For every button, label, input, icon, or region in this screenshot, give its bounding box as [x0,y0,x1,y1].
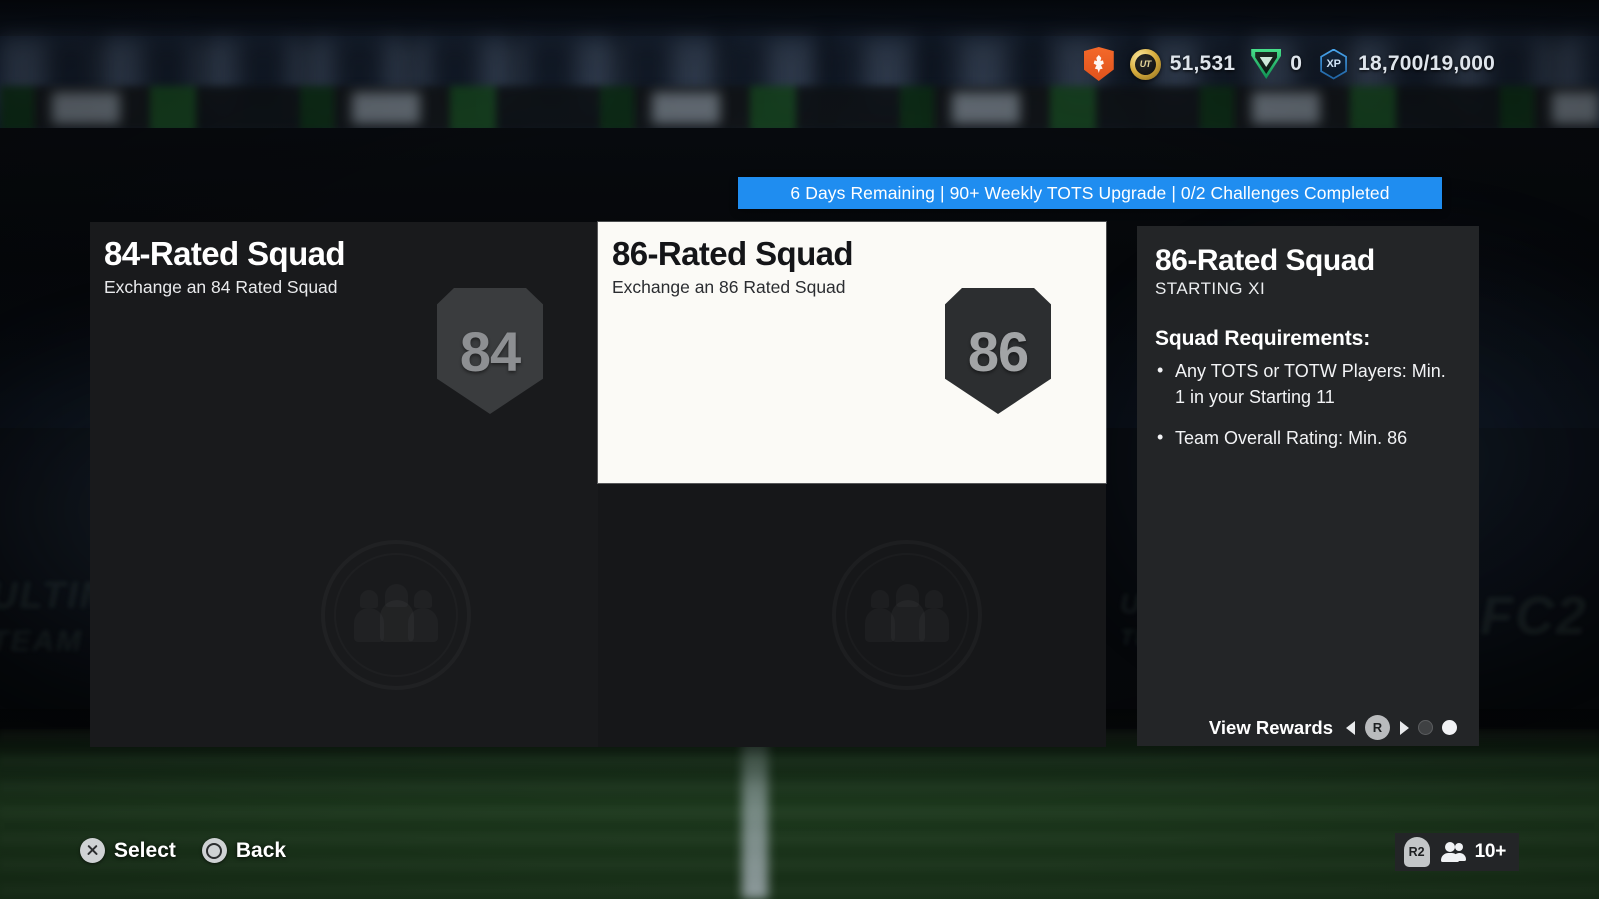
button-hints: Select Back [80,838,286,863]
points-value: 0 [1290,52,1303,75]
card-84-title: 84-Rated Squad [104,235,346,272]
squad-watermark-icon [321,540,471,690]
selected-card-backdrop [598,483,1106,747]
action-select-label: Select [114,838,176,862]
people-icon [1439,842,1466,862]
squad-card-84[interactable]: 84-Rated Squad Exchange an 84 Rated Squa… [90,222,598,747]
game-screen: ULTIMATETEAM ULTIMATETEAM ULTIMATETEAM F… [0,0,1599,899]
xp-icon: XP [1318,49,1349,80]
squad-requirements-list: Any TOTS or TOTW Players: Min. 1 in your… [1155,358,1459,452]
card-84-header: 84-Rated Squad Exchange an 84 Rated Squa… [90,222,346,298]
bottom-action-bar: Select Back R2 10+ [0,823,1599,899]
action-back[interactable]: Back [201,838,287,863]
arrow-left-icon[interactable] [1346,720,1355,735]
page-dot-2[interactable] [1442,720,1457,735]
squad-details-panel: 86-Rated Squad STARTING XI Squad Require… [1137,226,1479,746]
panel-title: 86-Rated Squad [1155,244,1375,277]
view-rewards-label: View Rewards [1208,716,1333,738]
squad-card-86[interactable]: 86-Rated Squad Exchange an 86 Rated Squa… [598,222,1106,483]
club-crest-icon [1083,47,1114,81]
online-count: 10+ [1474,841,1507,862]
action-back-label: Back [235,838,287,862]
coins-value: 51,531 [1169,52,1236,75]
card-84-subtitle: Exchange an 84 Rated Squad [104,276,338,297]
online-friends-widget[interactable]: R2 10+ [1394,833,1519,871]
page-dot-1[interactable] [1418,720,1433,735]
ut-coin-icon: UT [1129,48,1161,80]
view-rewards-bar[interactable]: View Rewards R [1137,715,1479,740]
arrow-right-icon[interactable] [1400,720,1409,735]
circle-button-icon [201,838,227,863]
action-select[interactable]: Select [80,838,176,863]
card-86-subtitle: Exchange an 86 Rated Squad [612,276,846,297]
top-hud: UT 51,531 0 XP 18,700/19,000 [1068,44,1495,84]
hud-points: 0 [1251,49,1302,79]
bumper-r-button[interactable]: R [1365,715,1390,740]
card-86-title: 86-Rated Squad [612,235,854,272]
squad-watermark-icon [832,540,982,690]
r2-trigger-button[interactable]: R2 [1403,837,1430,867]
fc-points-icon [1251,49,1281,79]
banner-text: 6 Days Remaining | 90+ Weekly TOTS Upgra… [790,182,1390,203]
xp-icon-label: XP [1326,58,1341,70]
hud-coins: UT 51,531 [1129,48,1236,80]
hud-club-crest [1083,47,1114,81]
panel-subtitle: STARTING XI [1155,279,1266,298]
xp-value: 18,700/19,000 [1358,52,1495,75]
squad-requirements-heading: Squad Requirements: [1155,327,1371,350]
requirement-item: Team Overall Rating: Min. 86 [1155,425,1459,452]
rating-shield-86-value: 86 [967,319,1029,383]
requirement-item: Any TOTS or TOTW Players: Min. 1 in your… [1155,358,1459,410]
rating-shield-84-value: 84 [459,319,521,383]
card-86-header: 86-Rated Squad Exchange an 86 Rated Squa… [598,222,854,298]
challenge-status-banner: 6 Days Remaining | 90+ Weekly TOTS Upgra… [738,177,1442,209]
rating-shield-84: 84 [437,288,543,414]
cross-button-icon [80,838,105,863]
hud-xp: XP 18,700/19,000 [1318,49,1495,80]
rating-shield-86: 86 [945,288,1051,414]
squad-card-strip: 84-Rated Squad Exchange an 84 Rated Squa… [90,222,1106,747]
